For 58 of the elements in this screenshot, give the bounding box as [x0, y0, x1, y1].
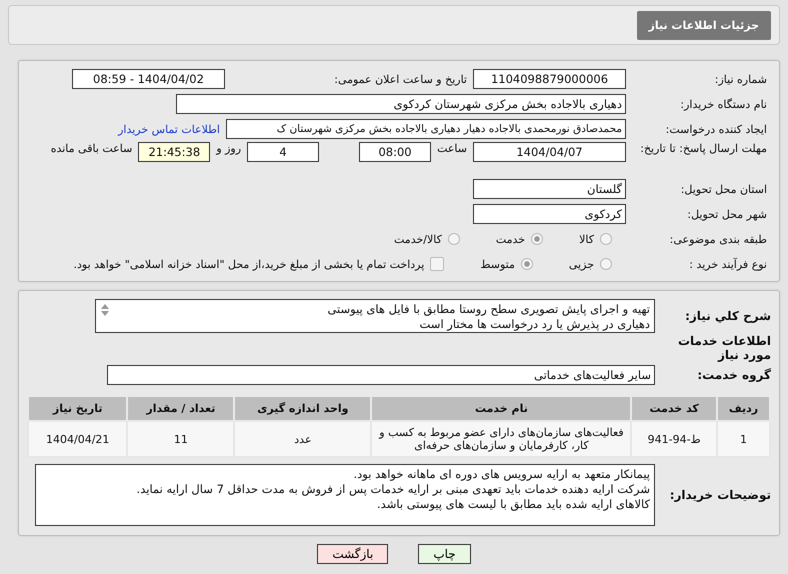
- field-label: شرح کلي نیاز:: [684, 309, 771, 323]
- table-cell: عدد: [234, 421, 372, 457]
- radio-label: خدمت: [496, 232, 526, 246]
- city-field: کردکوی: [473, 204, 626, 224]
- province-field: گلستان: [473, 179, 626, 199]
- field-label: شماره نیاز:: [714, 72, 768, 86]
- need-number-field: 1104098879000006: [473, 69, 626, 89]
- radio-label: کالا: [579, 232, 594, 246]
- column-header: کد خدمت: [631, 396, 717, 421]
- scroll-arrows-icon: [100, 303, 110, 317]
- description-textarea[interactable]: تهیه و اجرای پایش تصویری سطح روستا مطابق با فایل های پیوستی دهیاری در پذیرش یا رد درخواست ها مختار است: [95, 299, 655, 333]
- back-button[interactable]: بازگشت: [317, 544, 388, 564]
- field-label: طبقه بندی موضوعی:: [668, 232, 768, 246]
- page-title: جزئیات اطلاعات نیاز: [636, 10, 771, 40]
- buyer-contact-link[interactable]: اطلاعات تماس خریدار: [118, 122, 220, 136]
- column-header: تاریخ نیاز: [28, 396, 128, 421]
- column-header: تعداد / مقدار: [127, 396, 234, 421]
- buyer-org-field: دهیاری بالاجاده بخش مرکزی شهرستان کردکوی: [176, 94, 626, 114]
- remaining-time-field: 21:45:38: [138, 142, 210, 162]
- checkbox-label: پرداخت تمام یا بخشی از مبلغ خرید،از محل "اسناد خزانه اسلامی" خواهد بود.: [74, 258, 424, 270]
- radio-button[interactable]: [531, 233, 544, 245]
- time-label: ساعت: [437, 142, 467, 155]
- deadline-date-field: 1404/04/07: [473, 142, 626, 162]
- radio-button[interactable]: [600, 258, 612, 270]
- buyer-notes-textarea[interactable]: پیمانکار متعهد به ارایه سرویس های دوره ای ماهانه خواهد بود. شرکت ارایه دهنده خدمات باید تعهدی مبنی بر ارایه خدمات پس از فروش به مدت حداقل 7 سال ارایه نماید. کالاهای ارایه شده باید مطابق با لیست های پیوستی باشد.: [35, 464, 655, 526]
- table-cell: فعالیت‌های سازمان‌های دارای عضو مربوط به کسب و کار، کارفرمایان و سازمان‌های حرفه‌ای: [371, 421, 632, 457]
- radio-label: کالا/خدمت: [394, 232, 442, 246]
- creator-field: محمدصادق نورمحمدی بالاجاده دهیار دهیاری بالاجاده بخش مرکزی شهرستان ک: [226, 119, 626, 139]
- checkbox[interactable]: [430, 257, 444, 271]
- field-label: استان محل تحویل:: [680, 182, 768, 196]
- table-cell: 1404/04/21: [28, 421, 128, 457]
- radio-label: متوسط: [480, 258, 515, 270]
- radio-button[interactable]: [600, 233, 612, 245]
- field-label: نوع فرآیند خرید :: [688, 258, 768, 270]
- table-cell: ط-94-941: [631, 421, 717, 457]
- radio-button[interactable]: [520, 258, 533, 270]
- announce-date-field: 1404/04/02 - 08:59: [72, 69, 225, 89]
- print-button[interactable]: چاپ: [418, 544, 471, 564]
- field-label: ایجاد کننده درخواست:: [664, 122, 768, 136]
- days-field: 4: [247, 142, 320, 162]
- remaining-label: ساعت باقی مانده: [50, 142, 132, 155]
- days-label: روز و: [216, 142, 242, 155]
- field-label: شهر محل تحویل:: [686, 208, 768, 220]
- radio-label: جزیی: [568, 258, 594, 270]
- service-group-field: سایر فعالیت‌های خدماتی: [107, 365, 655, 385]
- field-label: توضیحات خریدار:: [668, 488, 771, 502]
- field-label: نام دستگاه خریدار:: [679, 98, 768, 110]
- column-header: نام خدمت: [371, 396, 632, 421]
- field-label: گروه خدمت:: [696, 368, 771, 382]
- table-cell: 1: [716, 421, 770, 457]
- column-header: واحد اندازه گیری: [234, 396, 372, 421]
- table-cell: 11: [127, 421, 234, 457]
- radio-button[interactable]: [448, 233, 460, 245]
- deadline-time-field: 08:00: [359, 142, 432, 162]
- column-header: ردیف: [716, 396, 770, 421]
- field-label: مهلت ارسال پاسخ: تا تاریخ:: [639, 142, 768, 155]
- field-label: تاریخ و ساعت اعلان عمومی:: [333, 72, 467, 86]
- section-title: اطلاعات خدمات مورد نیاز: [676, 334, 771, 362]
